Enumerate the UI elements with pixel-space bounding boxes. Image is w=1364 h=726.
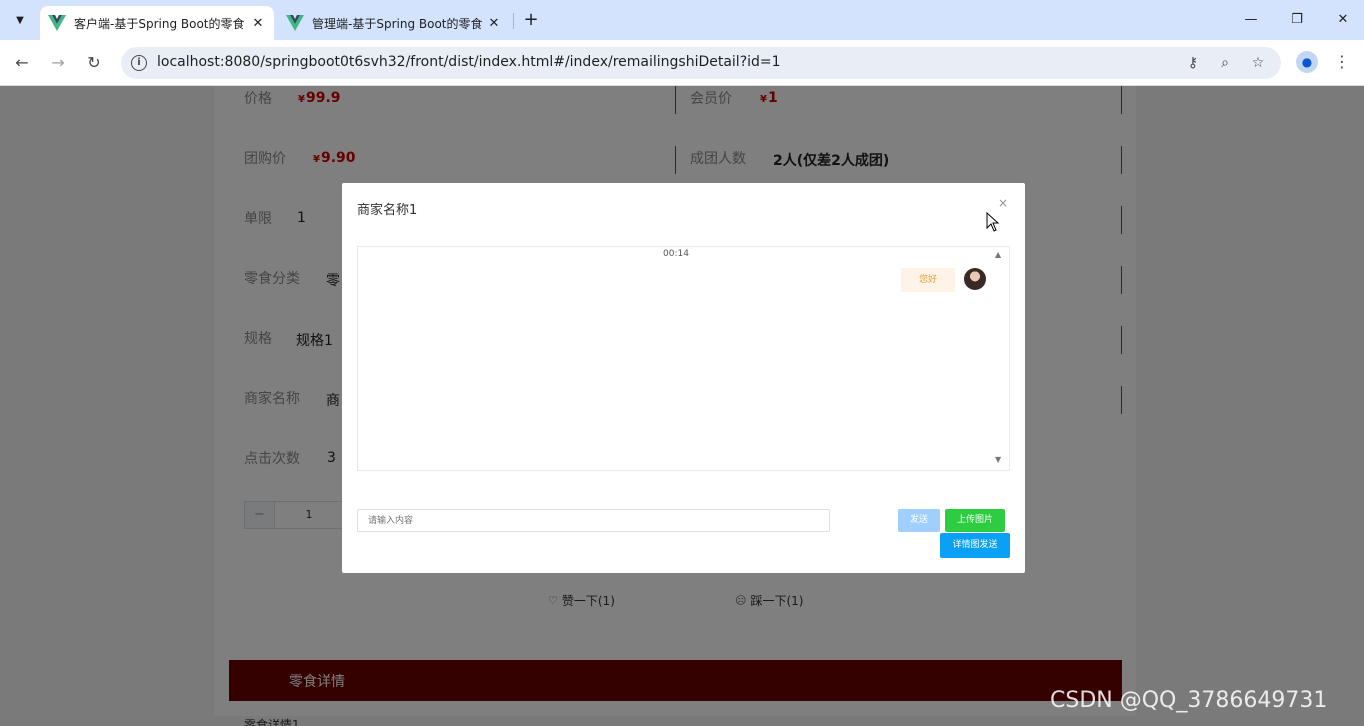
chat-input[interactable]: [357, 509, 830, 532]
chat-message-area[interactable]: 00:14 您好 ▲ ▼: [357, 246, 1010, 471]
close-icon[interactable]: ×: [998, 196, 1008, 210]
send-button[interactable]: 发送: [898, 509, 940, 532]
new-tab-button[interactable]: +: [520, 9, 542, 31]
profile-avatar-icon[interactable]: ●: [1296, 51, 1318, 73]
send-detail-image-button[interactable]: 详情图发送: [940, 533, 1010, 558]
dialog-title: 商家名称1: [357, 203, 418, 218]
bookmark-star-icon[interactable]: ☆: [1248, 53, 1268, 73]
upload-image-button[interactable]: 上传图片: [945, 509, 1005, 532]
address-bar[interactable]: i localhost:8080/springboot0t6svh32/fron…: [121, 47, 1281, 79]
mouse-cursor-icon: [986, 212, 1000, 232]
url-text[interactable]: localhost:8080/springboot0t6svh32/front/…: [157, 54, 781, 70]
browser-toolbar: ← → ↻ i localhost:8080/springboot0t6svh3…: [0, 40, 1364, 86]
zoom-icon[interactable]: ⌕: [1215, 53, 1235, 73]
browser-tab-bar: ▼ 客户端-基于Spring Boot的零食 ✕ 管理端-基于Spring Bo…: [0, 0, 1364, 40]
user-avatar: [964, 268, 986, 290]
chat-dialog: 商家名称1 × 00:14 您好 ▲ ▼ 发送 上传图片 详情图发送: [342, 183, 1025, 573]
window-close-icon[interactable]: ✕: [1328, 8, 1358, 32]
scroll-up-arrow-icon[interactable]: ▲: [995, 250, 1001, 259]
close-tab-icon[interactable]: ✕: [486, 16, 502, 31]
tab-client[interactable]: 客户端-基于Spring Boot的零食 ✕: [40, 6, 274, 40]
site-info-icon[interactable]: i: [131, 55, 147, 71]
scroll-down-arrow-icon[interactable]: ▼: [995, 455, 1001, 464]
tab-title: 管理端-基于Spring Boot的零食: [312, 16, 483, 31]
vue-logo-icon: [48, 15, 66, 31]
message-bubble: 您好: [901, 268, 955, 292]
browser-menu-icon[interactable]: ⋮: [1334, 51, 1350, 73]
reload-icon[interactable]: ↻: [82, 51, 106, 75]
forward-arrow-icon[interactable]: →: [46, 51, 70, 75]
password-key-icon[interactable]: ⚷: [1183, 53, 1203, 73]
tab-title: 客户端-基于Spring Boot的零食: [74, 16, 245, 31]
tab-separator: [513, 13, 514, 29]
restore-icon[interactable]: ❐: [1282, 8, 1312, 32]
message-timestamp: 00:14: [663, 249, 689, 259]
tab-search-chevron-icon[interactable]: ▼: [8, 8, 32, 32]
watermark-text: CSDN @QQ_3786649731: [1050, 688, 1328, 713]
close-tab-icon[interactable]: ✕: [250, 16, 266, 31]
back-arrow-icon[interactable]: ←: [10, 51, 34, 75]
minimize-icon[interactable]: —: [1236, 8, 1266, 32]
vue-logo-icon: [286, 15, 304, 31]
tab-admin[interactable]: 管理端-基于Spring Boot的零食 ✕: [278, 6, 510, 40]
